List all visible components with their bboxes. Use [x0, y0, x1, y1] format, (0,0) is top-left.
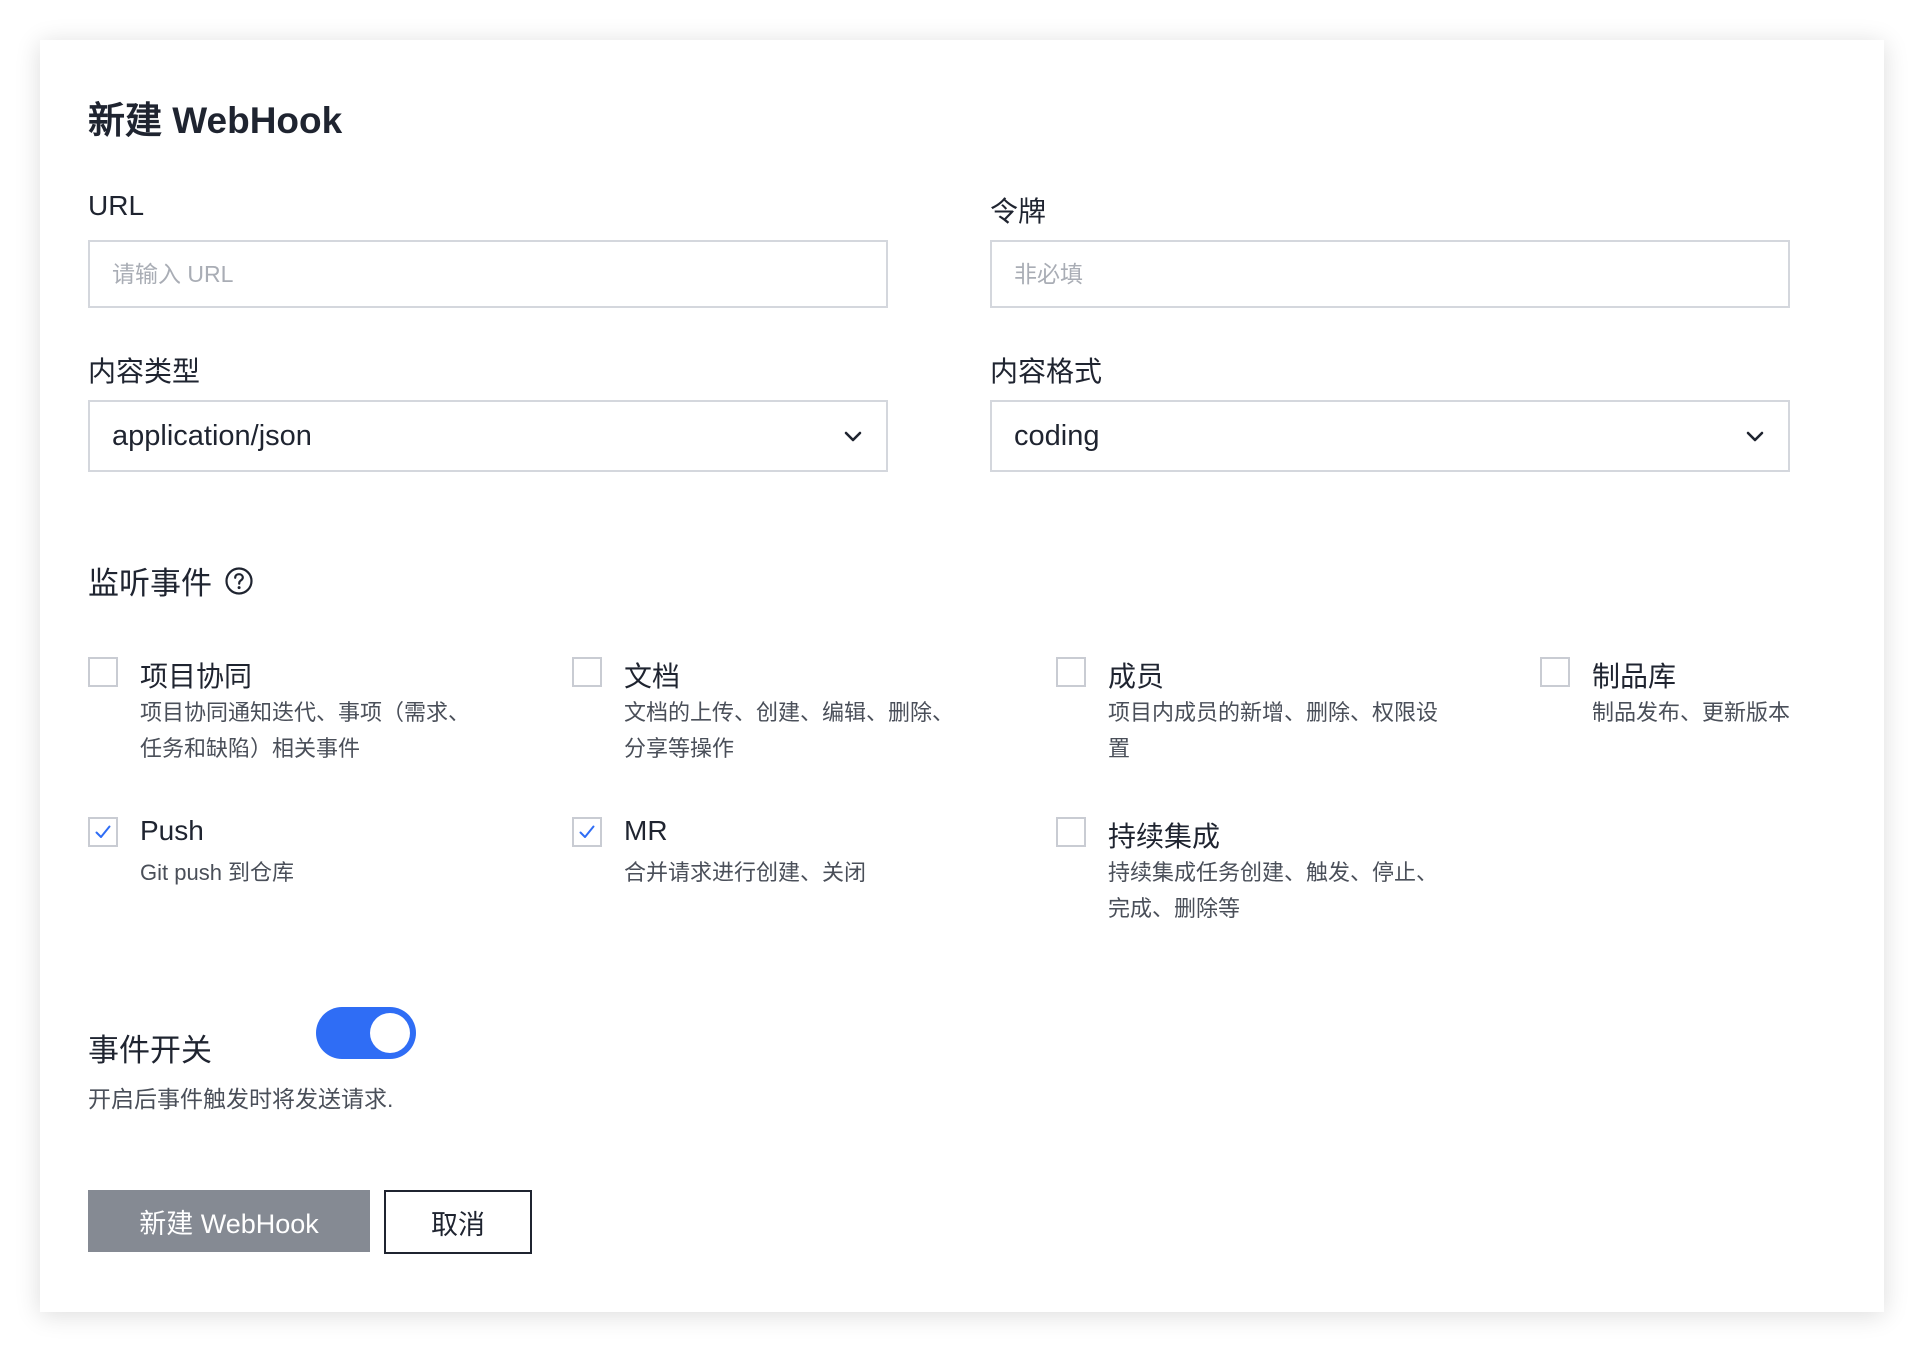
content-format-value: coding: [1014, 419, 1100, 452]
content-type-value: application/json: [112, 419, 312, 452]
event-description: 持续集成任务创建、触发、停止、完成、删除等: [1108, 860, 1439, 921]
create-webhook-button[interactable]: 新建 WebHook: [88, 1190, 370, 1252]
content-type-label: 内容类型: [88, 356, 201, 387]
event-title: 项目协同: [140, 661, 253, 692]
event-title: 持续集成: [1108, 821, 1221, 852]
event-description: 文档的上传、创建、编辑、删除、分享等操作: [624, 700, 955, 761]
event-switch-toggle[interactable]: [316, 1007, 416, 1059]
token-input[interactable]: [990, 240, 1790, 308]
content-format-select[interactable]: coding: [990, 400, 1790, 472]
checkmark-icon: [95, 825, 111, 838]
event-title: 成员: [1108, 661, 1165, 692]
checkmark-icon: [579, 825, 595, 838]
events-title: 监听事件: [88, 566, 212, 601]
url-label: URL: [88, 190, 145, 221]
event-checkbox-ci[interactable]: [1056, 817, 1086, 847]
event-description: Git push 到仓库: [140, 860, 295, 885]
events-section-title: 监听事件: [88, 558, 254, 603]
event-description: 合并请求进行创建、关闭: [624, 860, 867, 885]
content-format-label: 内容格式: [990, 356, 1103, 387]
page: 新建 WebHook URL 令牌 内容类型 application/json …: [0, 0, 1924, 1352]
event-description: 项目协同通知迭代、事项（需求、任务和缺陷）相关事件: [140, 700, 471, 761]
url-input[interactable]: [88, 240, 888, 308]
cancel-button[interactable]: 取消: [384, 1190, 532, 1254]
event-description: 制品发布、更新版本: [1592, 700, 1791, 725]
event-checkbox-members[interactable]: [1056, 657, 1086, 687]
event-title: 制品库: [1592, 661, 1677, 692]
chevron-down-icon: [844, 431, 862, 442]
event-title: MR: [624, 815, 668, 846]
event-checkbox-merge-request[interactable]: [572, 817, 602, 847]
dialog-title: 新建 WebHook: [88, 100, 343, 141]
event-checkbox-project-collab[interactable]: [88, 657, 118, 687]
content-type-select[interactable]: application/json: [88, 400, 888, 472]
token-label: 令牌: [990, 196, 1047, 227]
event-title: Push: [140, 815, 204, 846]
event-checkbox-docs[interactable]: [572, 657, 602, 687]
event-title: 文档: [624, 661, 681, 692]
webhook-dialog: 新建 WebHook URL 令牌 内容类型 application/json …: [40, 40, 1884, 1312]
chevron-down-icon: [1746, 431, 1764, 442]
event-description: 项目内成员的新增、删除、权限设置: [1108, 700, 1439, 761]
event-checkbox-push[interactable]: [88, 817, 118, 847]
event-switch-hint: 开启后事件触发时将发送请求.: [88, 1086, 394, 1112]
event-checkbox-artifacts[interactable]: [1540, 657, 1570, 687]
toggle-knob: [370, 1013, 410, 1053]
question-circle-icon[interactable]: [224, 566, 254, 596]
event-switch-label: 事件开关: [88, 1033, 212, 1068]
